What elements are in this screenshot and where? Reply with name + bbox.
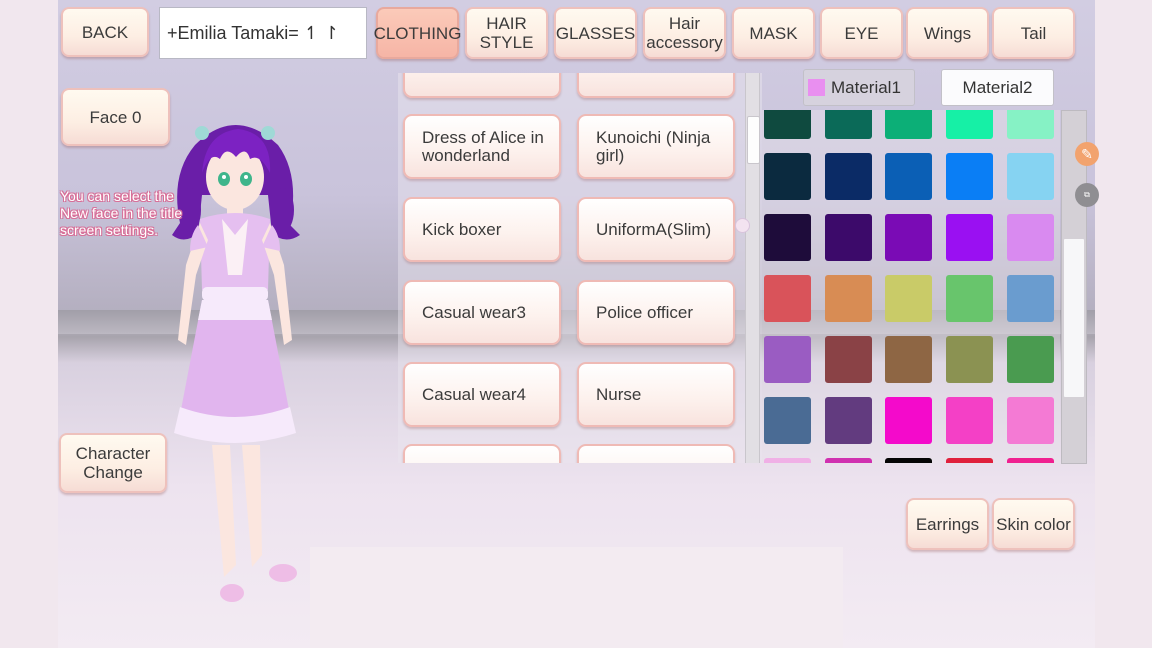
material2-label: Material2 [962,77,1033,97]
color-swatch[interactable] [1007,458,1054,463]
color-swatch[interactable] [1007,110,1054,139]
back-button[interactable]: BACK [61,7,149,57]
color-swatch[interactable] [946,458,993,463]
face-label: Face [89,107,128,127]
outfit-item[interactable]: Police officer [577,280,735,345]
color-swatch[interactable] [825,458,872,463]
face-hint-text: You can select the New face in the title… [60,188,183,238]
outfit-item-partial[interactable] [403,73,561,98]
material2-tab[interactable]: Material2 [941,69,1054,106]
color-swatch[interactable] [885,153,932,200]
skin-color-button[interactable]: Skin color [992,498,1075,550]
material1-label: Material1 [831,77,901,97]
tab-wings[interactable]: Wings [906,7,989,59]
material1-color-swatch [808,79,825,96]
outfit-item[interactable]: Kunoichi (Ninja girl) [577,114,735,179]
tab-hair-style[interactable]: HAIR STYLE [465,7,548,59]
color-swatch[interactable] [825,275,872,322]
color-swatch[interactable] [764,110,811,139]
color-swatch[interactable] [825,214,872,261]
material1-tab[interactable]: Material1 [803,69,915,106]
outfit-scrollbar[interactable] [745,73,760,463]
tab-hair-accessory[interactable]: Hair accessory [643,7,726,59]
color-swatch[interactable] [885,336,932,383]
color-swatch[interactable] [885,110,932,139]
tab-clothing[interactable]: CLOTHING [374,7,461,59]
indicator-dot [735,218,750,233]
color-swatch[interactable] [825,110,872,139]
color-swatch[interactable] [764,214,811,261]
copy-icon[interactable]: ⧉ [1075,183,1099,207]
face-value: 0 [132,107,142,127]
color-swatch[interactable] [764,153,811,200]
tab-tail[interactable]: Tail [992,7,1075,59]
tab-eye[interactable]: EYE [820,7,903,59]
color-palette[interactable] [762,110,1060,463]
color-swatch[interactable] [1007,275,1054,322]
outfit-item[interactable]: Kick boxer [403,197,561,262]
outfit-item-partial[interactable] [403,444,561,463]
character-name-field[interactable]: +Emilia Tamaki= ↿ ↾ [159,7,367,59]
character-change-button[interactable]: Character Change [59,433,167,493]
color-swatch[interactable] [885,397,932,444]
color-swatch[interactable] [885,458,932,463]
tab-glasses[interactable]: GLASSES [554,7,637,59]
face-button[interactable]: Face 0 [61,88,170,146]
tab-mask[interactable]: MASK [732,7,815,59]
color-swatch[interactable] [885,214,932,261]
outfit-item[interactable]: Nurse [577,362,735,427]
color-swatch[interactable] [946,336,993,383]
color-swatch[interactable] [1007,397,1054,444]
color-swatch[interactable] [764,458,811,463]
outfit-item[interactable]: Casual wear3 [403,280,561,345]
outfit-item[interactable]: Casual wear4 [403,362,561,427]
outfit-item-partial[interactable] [577,73,735,98]
color-swatch[interactable] [1007,153,1054,200]
earrings-button[interactable]: Earrings [906,498,989,550]
color-swatch[interactable] [946,153,993,200]
color-scroll-thumb[interactable] [1064,239,1084,397]
color-swatch[interactable] [764,397,811,444]
color-swatch[interactable] [1007,336,1054,383]
outfit-scroll-thumb[interactable] [747,116,760,164]
color-swatch[interactable] [946,275,993,322]
color-swatch[interactable] [946,397,993,444]
color-swatch[interactable] [764,336,811,383]
paint-brush-icon[interactable]: ✎ [1075,142,1099,166]
color-swatch[interactable] [946,110,993,139]
color-swatch[interactable] [1007,214,1054,261]
color-swatch[interactable] [825,397,872,444]
outfit-list[interactable]: Dress of Alice in wonderland Kunoichi (N… [398,73,762,463]
color-swatch[interactable] [885,275,932,322]
color-swatch[interactable] [825,336,872,383]
color-swatch[interactable] [825,153,872,200]
floor-panel [310,547,843,648]
outfit-item[interactable]: Dress of Alice in wonderland [403,114,561,179]
color-swatch[interactable] [764,275,811,322]
color-swatch[interactable] [946,214,993,261]
outfit-item-partial[interactable] [577,444,735,463]
outfit-item[interactable]: UniformA(Slim) [577,197,735,262]
